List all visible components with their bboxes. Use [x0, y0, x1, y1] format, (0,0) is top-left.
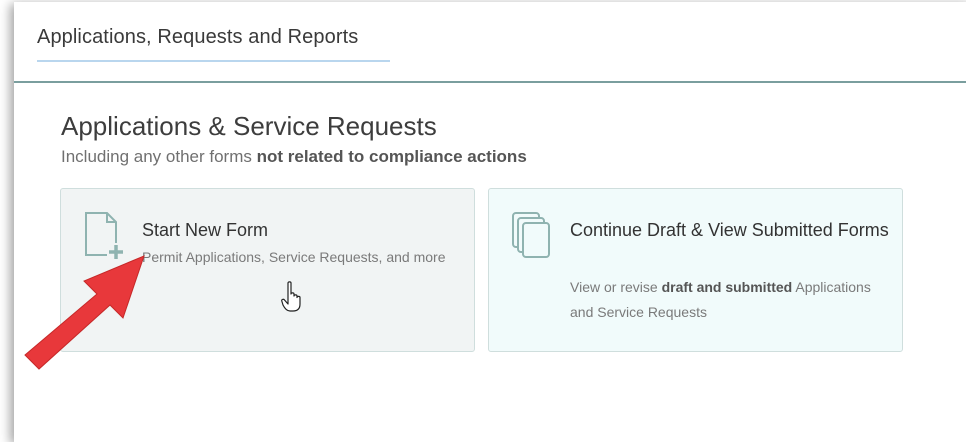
card-description: View or revise draft and submitted Appli…: [570, 275, 890, 325]
active-tab-underline: [37, 60, 390, 62]
continue-draft-card[interactable]: Continue Draft & View Submitted Forms Vi…: [488, 188, 903, 352]
card-desc-text: Permit Applications, Service Requests, a…: [142, 249, 446, 265]
red-arrow-annotation-icon: [24, 255, 145, 370]
subtitle-text: Including any other forms: [61, 147, 257, 166]
card-desc-emphasis: draft and submitted: [661, 279, 793, 295]
tab-applications-requests-reports[interactable]: Applications, Requests and Reports: [37, 26, 358, 49]
hand-pointer-cursor-icon: [281, 281, 301, 312]
card-description: Permit Applications, Service Requests, a…: [142, 245, 462, 270]
card-title: Start New Form: [142, 220, 269, 240]
header-divider: [14, 81, 966, 83]
card-desc-text: View or revise: [570, 279, 662, 295]
subtitle-emphasis: not related to compliance actions: [256, 147, 527, 166]
stacked-documents-icon: [512, 212, 550, 258]
section-title: Applications & Service Requests: [61, 111, 437, 141]
section-subtitle: Including any other forms not related to…: [61, 147, 527, 167]
card-title: Continue Draft & View Submitted Forms: [570, 220, 889, 240]
